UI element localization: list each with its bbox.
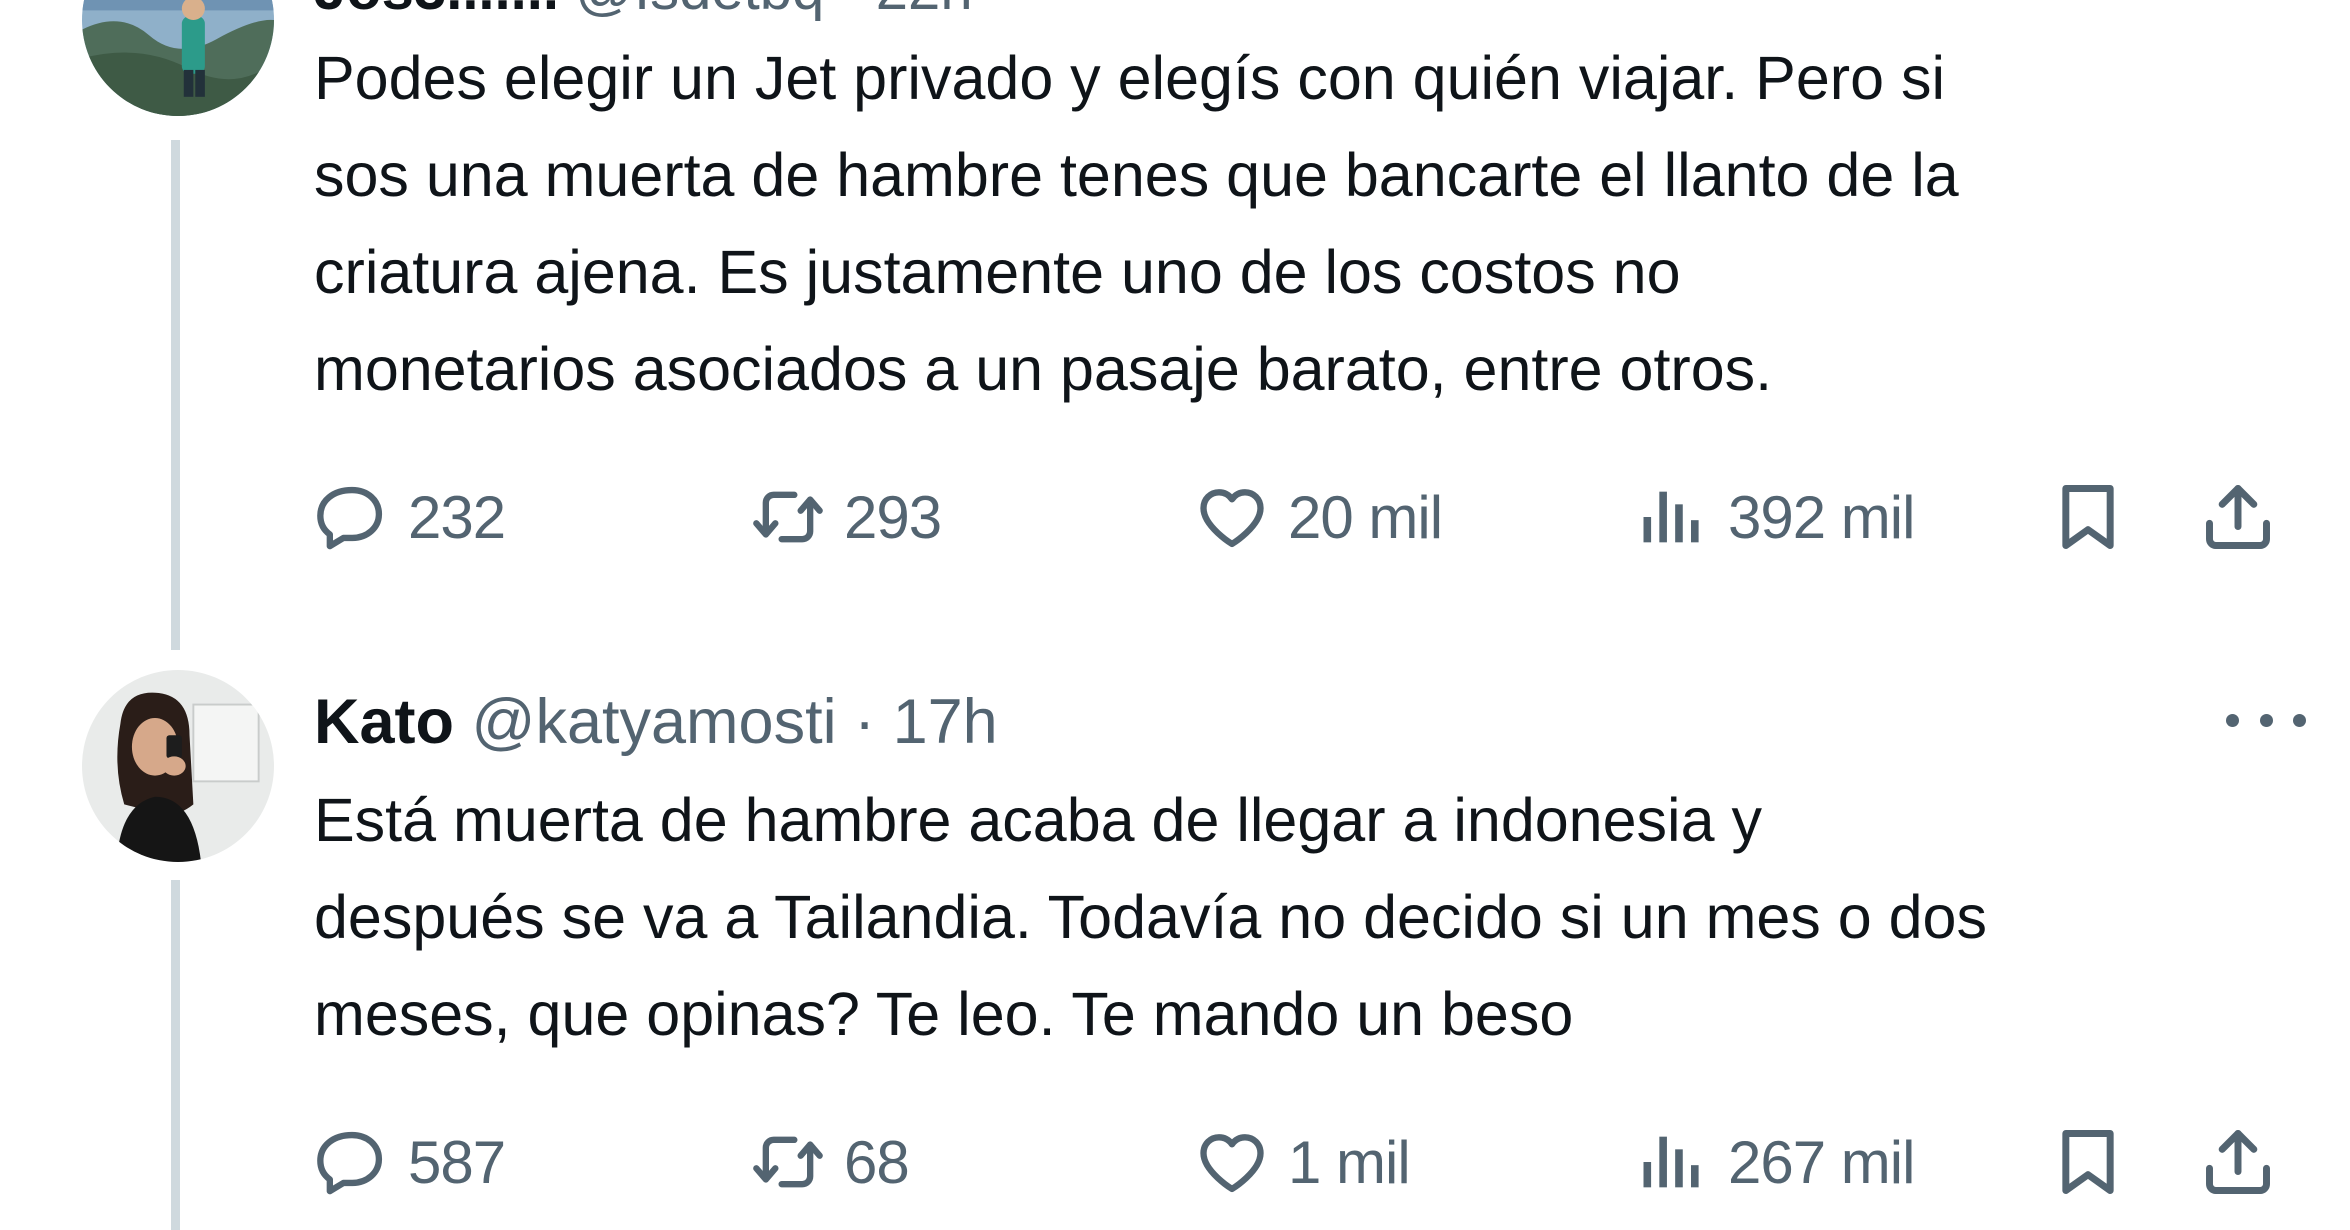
tweet-header: Jos3....... @Isdetbq · 22h xyxy=(314,0,973,23)
thread-line xyxy=(171,880,180,1230)
views-button[interactable]: 392 mil xyxy=(1634,472,1915,562)
thread-line xyxy=(171,140,180,650)
avatar[interactable] xyxy=(82,0,274,116)
retweet-button[interactable]: 293 xyxy=(750,472,942,562)
views-icon xyxy=(1643,491,1699,543)
author-handle[interactable]: @katyamosti xyxy=(472,687,837,757)
views-count: 392 mil xyxy=(1728,483,1915,551)
retweet-icon xyxy=(753,491,823,543)
retweet-button[interactable]: 68 xyxy=(750,1117,910,1207)
bookmark-button[interactable] xyxy=(2050,1117,2126,1207)
reply-button[interactable]: 587 xyxy=(314,1117,506,1207)
reply-icon xyxy=(317,486,383,550)
author-name[interactable]: Jos3....... xyxy=(314,0,559,22)
like-button[interactable]: 20 mil xyxy=(1194,472,1443,562)
tweet-timestamp[interactable]: 17h xyxy=(893,687,998,757)
share-icon xyxy=(2206,1130,2270,1194)
reply-count: 232 xyxy=(408,483,506,551)
like-icon xyxy=(1200,1134,1264,1193)
tweet-actions: 587 68 1 mil 267 mil xyxy=(314,1117,2334,1207)
more-dot xyxy=(2259,713,2273,727)
views-icon xyxy=(1643,1136,1699,1188)
tweet-text: Está muerta de hambre acaba de llegar a … xyxy=(314,786,1987,1048)
like-count: 20 mil xyxy=(1288,483,1443,551)
tweet-header: Kato @katyamosti · 17h xyxy=(314,682,998,762)
views-count: 267 mil xyxy=(1728,1128,1915,1196)
views-button[interactable]: 267 mil xyxy=(1634,1117,1915,1207)
share-icon xyxy=(2206,485,2270,549)
share-button[interactable] xyxy=(2200,1117,2276,1207)
bookmark-button[interactable] xyxy=(2050,472,2126,562)
bookmark-icon xyxy=(2062,485,2114,549)
retweet-count: 293 xyxy=(844,483,942,551)
tweet-actions: 232 293 20 mil 392 mil xyxy=(314,472,2334,562)
share-button[interactable] xyxy=(2200,472,2276,562)
more-dot xyxy=(2293,713,2306,727)
like-button[interactable]: 1 mil xyxy=(1194,1117,1411,1207)
like-count: 1 mil xyxy=(1288,1128,1411,1196)
author-handle[interactable]: @Isdetbq · 22h xyxy=(575,0,972,22)
more-icon[interactable] xyxy=(2226,700,2306,740)
avatar[interactable] xyxy=(82,670,274,862)
like-icon xyxy=(1200,489,1264,548)
reply-button[interactable]: 232 xyxy=(314,472,506,562)
author-name[interactable]: Kato xyxy=(314,687,454,757)
tweet-text: Podes elegir un Jet privado y elegís con… xyxy=(314,44,1959,403)
reply-icon xyxy=(317,1131,383,1195)
header-separator: · xyxy=(854,687,876,757)
reply-count: 587 xyxy=(408,1128,506,1196)
retweet-count: 68 xyxy=(844,1128,910,1196)
more-dot xyxy=(2226,713,2239,727)
bookmark-icon xyxy=(2062,1130,2114,1194)
timeline: Jos3....... @Isdetbq · 22h Podes elegir … xyxy=(0,0,2350,1230)
retweet-icon xyxy=(753,1136,823,1188)
